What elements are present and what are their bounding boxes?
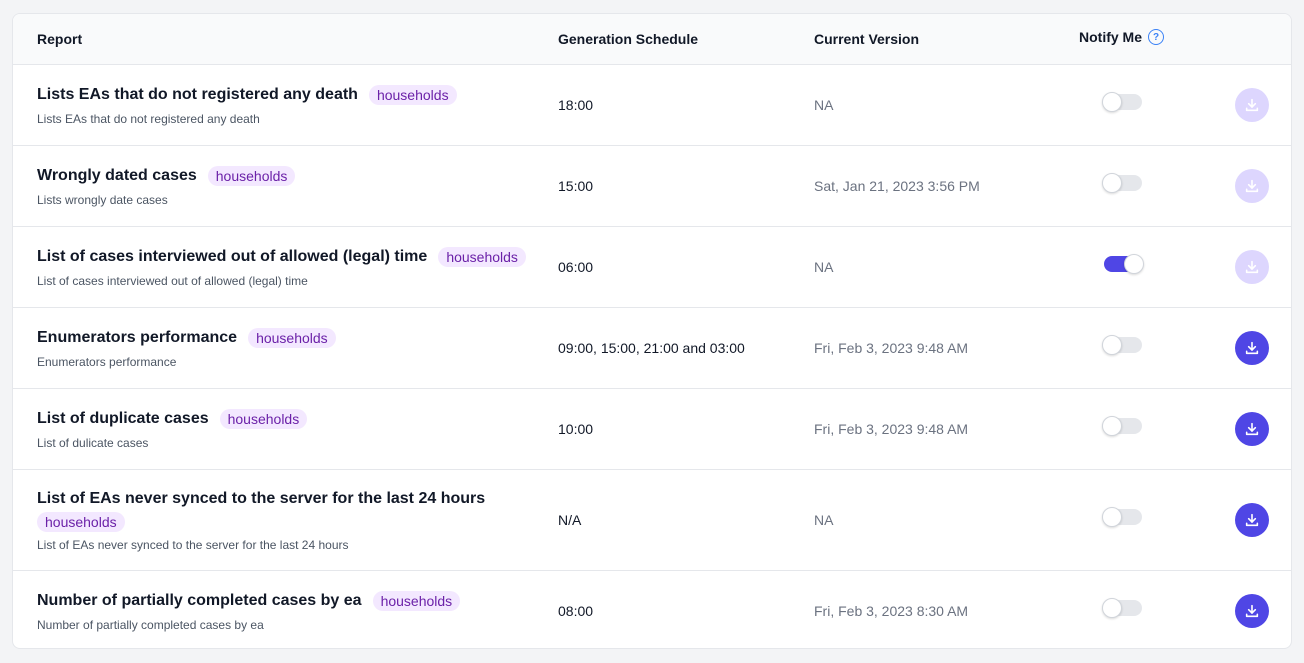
report-title-line: List of EAs never synced to the server f…: [37, 488, 537, 532]
question-circle-icon[interactable]: ?: [1148, 29, 1164, 45]
report-cell: List of cases interviewed out of allowed…: [37, 227, 537, 307]
toggle-knob: [1102, 416, 1122, 436]
report-title: Wrongly dated cases: [37, 167, 197, 184]
report-cell: List of duplicate cases households List …: [37, 389, 537, 469]
report-tag-badge: households: [248, 328, 336, 348]
download-icon: [1245, 604, 1259, 618]
current-version: Fri, Feb 3, 2023 8:30 AM: [814, 603, 969, 619]
download-icon: [1245, 98, 1259, 112]
current-version: Fri, Feb 3, 2023 9:48 AM: [814, 421, 969, 437]
download-button[interactable]: [1235, 88, 1269, 122]
table-row: Number of partially completed cases by e…: [13, 571, 1291, 648]
notify-toggle[interactable]: [1102, 173, 1142, 193]
download-icon: [1245, 260, 1259, 274]
current-version: Sat, Jan 21, 2023 3:56 PM: [814, 178, 980, 194]
column-header-schedule[interactable]: Generation Schedule: [558, 14, 698, 64]
reports-table: Report Generation Schedule Current Versi…: [12, 13, 1292, 649]
toggle-knob: [1102, 173, 1122, 193]
download-button[interactable]: [1235, 331, 1269, 365]
report-description: Lists wrongly date cases: [37, 193, 168, 207]
download-button[interactable]: [1235, 169, 1269, 203]
generation-schedule: 10:00: [558, 421, 594, 437]
generation-schedule: 15:00: [558, 178, 594, 194]
current-version: NA: [814, 512, 834, 528]
report-title: List of cases interviewed out of allowed…: [37, 248, 428, 265]
report-cell: Lists EAs that do not registered any dea…: [37, 65, 537, 145]
report-description: List of dulicate cases: [37, 436, 149, 450]
report-tag-badge: households: [372, 591, 461, 611]
table-body: Lists EAs that do not registered any dea…: [13, 65, 1291, 648]
download-button[interactable]: [1235, 412, 1269, 446]
report-tag-badge: households: [37, 512, 125, 532]
generation-schedule: 06:00: [558, 259, 594, 275]
notify-toggle[interactable]: [1102, 598, 1142, 618]
report-description: Number of partially completed cases by e…: [37, 618, 264, 632]
table-header: Report Generation Schedule Current Versi…: [13, 14, 1291, 65]
toggle-knob: [1102, 335, 1122, 355]
report-cell: Enumerators performance households Enume…: [37, 308, 537, 388]
notify-toggle[interactable]: [1104, 254, 1144, 274]
download-icon: [1245, 513, 1259, 527]
table-row: List of cases interviewed out of allowed…: [13, 227, 1291, 308]
current-version: NA: [814, 97, 834, 113]
table-row: List of duplicate cases households List …: [13, 389, 1291, 470]
report-title-line: List of duplicate cases households: [37, 408, 537, 430]
report-cell: List of EAs never synced to the server f…: [37, 470, 537, 570]
report-description: List of cases interviewed out of allowed…: [37, 274, 308, 288]
download-button[interactable]: [1235, 250, 1269, 284]
download-icon: [1245, 179, 1259, 193]
report-title-line: Lists EAs that do not registered any dea…: [37, 84, 537, 106]
report-title-line: Wrongly dated cases households: [37, 165, 537, 187]
report-description: Lists EAs that do not registered any dea…: [37, 112, 260, 126]
generation-schedule: 18:00: [558, 97, 594, 113]
report-title: List of duplicate cases: [37, 410, 209, 427]
toggle-knob: [1102, 598, 1122, 618]
notify-toggle[interactable]: [1102, 92, 1142, 112]
notify-toggle[interactable]: [1102, 335, 1142, 355]
report-tag-badge: households: [438, 247, 526, 267]
column-header-notify: Notify Me ?: [1079, 14, 1164, 62]
table-row: Wrongly dated cases households Lists wro…: [13, 146, 1291, 227]
report-tag-badge: households: [207, 166, 296, 186]
report-description: List of EAs never synced to the server f…: [37, 538, 349, 552]
generation-schedule: N/A: [558, 512, 582, 528]
current-version: Fri, Feb 3, 2023 9:48 AM: [814, 340, 969, 356]
report-cell: Wrongly dated cases households Lists wro…: [37, 146, 537, 226]
download-icon: [1245, 341, 1259, 355]
table-row: Enumerators performance households Enume…: [13, 308, 1291, 389]
report-cell: Number of partially completed cases by e…: [37, 571, 537, 648]
report-title: Enumerators performance: [37, 329, 238, 346]
table-row: Lists EAs that do not registered any dea…: [13, 65, 1291, 146]
column-header-version[interactable]: Current Version: [814, 14, 919, 64]
table-row: List of EAs never synced to the server f…: [13, 470, 1291, 571]
report-description: Enumerators performance: [37, 355, 177, 369]
report-title: Lists EAs that do not registered any dea…: [37, 86, 358, 103]
generation-schedule: 08:00: [558, 603, 594, 619]
notify-header-label: Notify Me: [1079, 29, 1142, 45]
generation-schedule: 09:00, 15:00, 21:00 and 03:00: [558, 340, 745, 356]
notify-toggle[interactable]: [1102, 416, 1142, 436]
report-tag-badge: households: [368, 85, 457, 105]
report-title: Number of partially completed cases by e…: [37, 592, 362, 609]
notify-toggle[interactable]: [1102, 507, 1142, 527]
column-header-report[interactable]: Report: [37, 14, 82, 64]
report-title: List of EAs never synced to the server f…: [37, 490, 486, 507]
report-tag-badge: households: [219, 409, 308, 429]
download-button[interactable]: [1235, 503, 1269, 537]
toggle-knob: [1124, 254, 1144, 274]
download-icon: [1245, 422, 1259, 436]
current-version: NA: [814, 259, 834, 275]
report-title-line: Enumerators performance households: [37, 327, 537, 349]
toggle-knob: [1102, 507, 1122, 527]
toggle-knob: [1102, 92, 1122, 112]
report-title-line: List of cases interviewed out of allowed…: [37, 246, 537, 268]
download-button[interactable]: [1235, 594, 1269, 628]
report-title-line: Number of partially completed cases by e…: [37, 590, 537, 612]
